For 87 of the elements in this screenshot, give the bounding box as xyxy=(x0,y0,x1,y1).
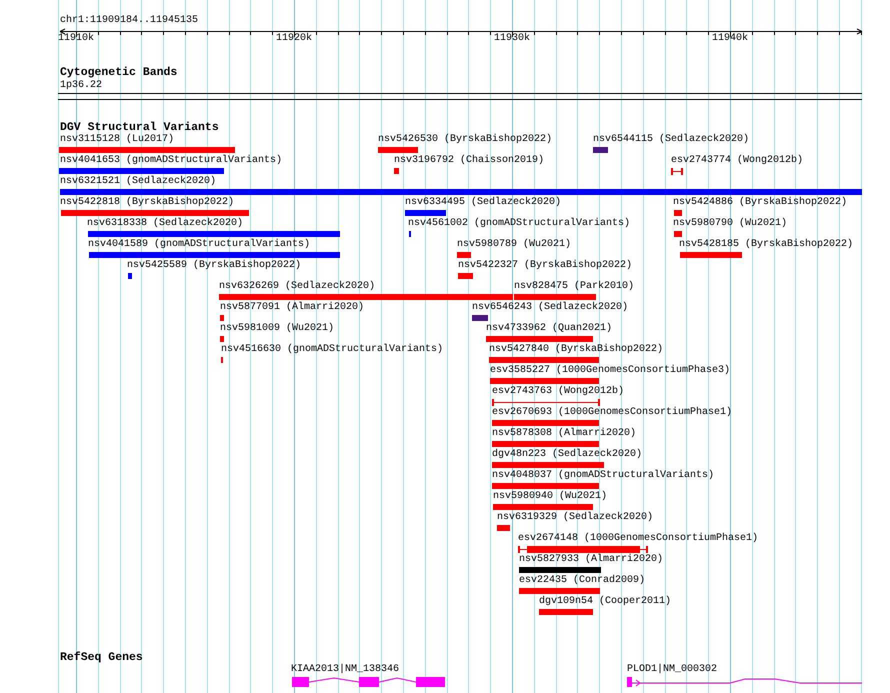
variant-label[interactable]: esv2743763 (Wong2012b) xyxy=(492,386,624,398)
variant-bar[interactable] xyxy=(378,147,418,153)
variant-label[interactable]: nsv5427840 (ByrskaBishop2022) xyxy=(489,344,664,356)
variant-label[interactable]: nsv5422327 (ByrskaBishop2022) xyxy=(458,260,632,272)
variant-label[interactable]: nsv5980790 (Wu2021) xyxy=(673,218,788,230)
variant-label[interactable]: nsv4041589 (gnomADStructuralVariants) xyxy=(88,239,310,251)
track-title: DGV Structural Variants xyxy=(60,121,219,134)
variant-bar[interactable] xyxy=(88,231,340,237)
variant-label[interactable]: nsv5424886 (ByrskaBishop2022) xyxy=(673,197,848,209)
variant-label[interactable]: esv2670693 (1000GenomesConsortiumPhase1) xyxy=(492,407,732,419)
variant-bar[interactable] xyxy=(405,210,446,216)
variant-bar[interactable] xyxy=(680,252,742,258)
variant-bar[interactable] xyxy=(59,168,224,174)
variant-bar[interactable] xyxy=(492,420,599,426)
variant-bar[interactable] xyxy=(128,273,132,279)
variant-label[interactable]: nsv3115128 (Lu2017) xyxy=(60,134,174,146)
variant-label[interactable]: nsv5877091 (Almarri2020) xyxy=(220,302,364,314)
variant-label[interactable]: esv2743774 (Wong2012b) xyxy=(671,155,804,167)
variant-label[interactable]: nsv5827933 (Almarri2020) xyxy=(519,554,664,566)
variant-label[interactable]: nsv5980789 (Wu2021) xyxy=(457,239,572,251)
variant-bar[interactable] xyxy=(492,441,599,447)
variant-bar[interactable] xyxy=(674,210,682,216)
variant-label[interactable]: esv22435 (Conrad2009) xyxy=(519,575,646,587)
tick-label: 11940k xyxy=(712,33,748,45)
variant-bar[interactable] xyxy=(472,315,488,321)
variant-label[interactable]: nsv6544115 (Sedlazeck2020) xyxy=(593,134,750,146)
variant-bar[interactable] xyxy=(219,294,513,300)
gene-model-drawing[interactable] xyxy=(292,677,445,687)
variant-bar[interactable] xyxy=(492,462,604,468)
variant-label[interactable]: dgv109n54 (Cooper2011) xyxy=(539,596,672,608)
variant-label[interactable]: nsv5425589 (ByrskaBishop2022) xyxy=(127,260,302,272)
location-label: chr1:11909184..11945135 xyxy=(60,15,198,27)
variant-label[interactable]: nsv5428185 (ByrskaBishop2022) xyxy=(679,239,854,251)
variant-bar[interactable] xyxy=(89,252,340,258)
variant-label[interactable]: nsv6321521 (Sedlazeck2020) xyxy=(60,176,216,188)
variant-bar[interactable] xyxy=(59,147,235,153)
track-title: Cytogenetic Bands xyxy=(60,66,178,79)
variant-bar[interactable] xyxy=(593,147,608,153)
variant-label[interactable]: nsv5422818 (ByrskaBishop2022) xyxy=(60,197,234,209)
gene-label[interactable]: KIAA2013|NM_138346 xyxy=(291,664,400,676)
tick-label: 11920k xyxy=(276,33,312,45)
variant-bar[interactable] xyxy=(486,336,593,342)
variant-bar[interactable] xyxy=(220,336,224,342)
variant-label[interactable]: nsv6318338 (Sedlazeck2020) xyxy=(87,218,244,230)
variant-bar[interactable] xyxy=(61,210,249,216)
variant-label[interactable]: esv3585227 (1000GenomesConsortiumPhase3) xyxy=(490,365,730,377)
variant-bar[interactable] xyxy=(220,315,224,321)
variant-bar[interactable] xyxy=(492,483,599,489)
variant-label[interactable]: nsv4041653 (gnomADStructuralVariants) xyxy=(60,155,282,167)
variant-range[interactable] xyxy=(518,546,648,553)
variant-label[interactable]: esv2674148 (1000GenomesConsortiumPhase1) xyxy=(518,533,758,545)
variant-label[interactable]: nsv5426530 (ByrskaBishop2022) xyxy=(378,134,552,146)
variant-label[interactable]: dgv48n223 (Sedlazeck2020) xyxy=(492,449,642,461)
variant-label[interactable]: nsv5878308 (Almarri2020) xyxy=(492,428,636,440)
variant-label[interactable]: nsv4048037 (gnomADStructuralVariants) xyxy=(492,470,714,482)
variant-label[interactable]: nsv6334495 (Sedlazeck2020) xyxy=(405,197,562,209)
variant-range[interactable] xyxy=(671,168,683,175)
variant-bar[interactable] xyxy=(519,588,600,594)
variant-bar[interactable] xyxy=(539,609,593,615)
track-title: RefSeq Genes xyxy=(60,651,143,664)
variant-label[interactable]: nsv4516630 (gnomADStructuralVariants) xyxy=(221,344,444,356)
gene-label[interactable]: PLOD1|NM_000302 xyxy=(627,664,718,676)
tick-label: 11930k xyxy=(494,33,530,45)
variant-label[interactable]: nsv6319329 (Sedlazeck2020) xyxy=(497,512,654,524)
variant-bar[interactable] xyxy=(394,168,399,174)
variant-bar[interactable] xyxy=(514,294,596,300)
variant-label[interactable]: nsv6546243 (Sedlazeck2020) xyxy=(472,302,628,314)
variant-label[interactable]: nsv6326269 (Sedlazeck2020) xyxy=(219,281,376,293)
variant-label[interactable]: nsv5981009 (Wu2021) xyxy=(220,323,334,335)
gene-model-drawing[interactable] xyxy=(627,677,862,687)
variant-label[interactable]: nsv828475 (Park2010) xyxy=(514,281,634,293)
tick-label: 11910k xyxy=(58,33,94,45)
variant-bar[interactable] xyxy=(457,252,471,258)
variant-range[interactable] xyxy=(492,399,600,406)
variant-bar[interactable] xyxy=(490,378,599,384)
variant-bar[interactable] xyxy=(497,525,510,531)
variant-bar[interactable] xyxy=(60,189,862,195)
variant-label[interactable]: nsv4733962 (Quan2021) xyxy=(486,323,612,335)
variant-bar[interactable] xyxy=(458,273,473,279)
band-label: 1p36.22 xyxy=(60,80,102,91)
variant-bar[interactable] xyxy=(489,357,599,363)
variant-bar[interactable] xyxy=(493,504,593,510)
variant-label[interactable]: nsv5980940 (Wu2021) xyxy=(493,491,608,503)
variant-bar[interactable] xyxy=(519,567,601,573)
variant-label[interactable]: nsv4561002 (gnomADStructuralVariants) xyxy=(408,218,630,230)
variant-label[interactable]: nsv3196792 (Chaisson2019) xyxy=(394,155,544,167)
variant-bar[interactable] xyxy=(674,231,682,237)
